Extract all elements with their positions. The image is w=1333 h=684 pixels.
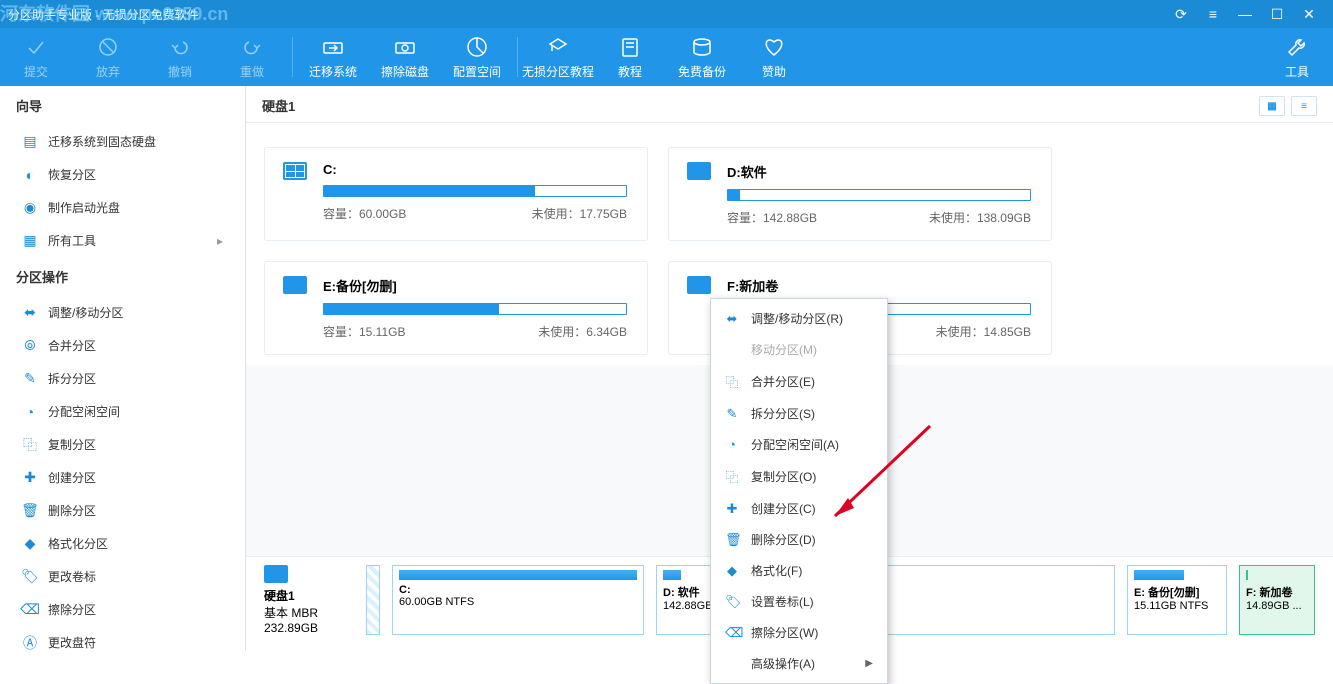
tag-icon: 🏷 (22, 569, 38, 585)
allocate-button[interactable]: 配置空间 (441, 28, 513, 86)
ctx-create[interactable]: ✚创建分区(C) (711, 493, 887, 524)
plus-icon: ✚ (22, 470, 38, 486)
ctx-alloc[interactable]: ◔分配空闲空间(A) (711, 429, 887, 460)
drive-icon (687, 276, 711, 294)
sidebar-item-recover[interactable]: ◐恢复分区 (0, 158, 245, 191)
ctx-copy[interactable]: ⿻复制分区(O) (711, 460, 887, 493)
titlebar: 河东软件园 www.pc0359.cn 分区助手专业版 - 无损分区免费软件 ⟳… (0, 0, 1333, 28)
recover-icon: ◐ (22, 167, 38, 183)
ctx-advanced[interactable]: 高级操作(A)▶ (711, 648, 887, 679)
format-icon: ◆ (725, 563, 739, 579)
copy-icon: ⿻ (725, 467, 739, 486)
resize-icon: ⬌ (725, 311, 739, 327)
view-list-button[interactable]: ≡ (1291, 96, 1317, 116)
drive-icon (283, 276, 307, 294)
split-icon: ✎ (725, 406, 739, 422)
tag-icon: 🏷 (725, 594, 739, 610)
partition-d[interactable]: D:软件 容量：142.88GB未使用：138.09GB (668, 147, 1052, 241)
sidebar-item-bootcd[interactable]: ◉制作启动光盘 (0, 191, 245, 224)
trash-icon: 🗑 (725, 532, 739, 548)
layout-part-c[interactable]: C:60.00GB NTFS (392, 565, 644, 635)
toolbar: 提交 放弃 撤销 重做 迁移系统 擦除磁盘 配置空间 无损分区教程 教程 免费备… (0, 28, 1333, 86)
app-title: 分区助手专业版 - 无损分区免费软件 (8, 6, 199, 23)
menu-icon[interactable]: ≡ (1197, 6, 1229, 22)
layout-gap (366, 565, 380, 635)
wizard-header: 向导 (0, 86, 245, 125)
sidebar-item-create[interactable]: ✚创建分区 (0, 461, 245, 494)
drive-icon (283, 162, 307, 180)
maximize-icon[interactable]: ☐ (1261, 6, 1293, 23)
undo-button[interactable]: 撤销 (144, 28, 216, 86)
sidebar-item-migrate-ssd[interactable]: ▤迁移系统到固态硬盘 (0, 125, 245, 158)
sidebar: 向导 ▤迁移系统到固态硬盘 ◐恢复分区 ◉制作启动光盘 ▦所有工具▸ 分区操作 … (0, 86, 246, 651)
ctx-format[interactable]: ◆格式化(F) (711, 555, 887, 586)
help-button[interactable]: 教程 (594, 28, 666, 86)
sidebar-item-label[interactable]: 🏷更改卷标 (0, 560, 245, 593)
backup-button[interactable]: 免费备份 (666, 28, 738, 86)
sidebar-item-wipe[interactable]: ⌫擦除分区 (0, 593, 245, 626)
plus-icon: ✚ (725, 501, 739, 517)
sidebar-item-letter[interactable]: Ⓐ更改盘符 (0, 626, 245, 651)
ops-header: 分区操作 (0, 257, 245, 296)
ctx-label[interactable]: 🏷设置卷标(L) (711, 586, 887, 617)
commit-button[interactable]: 提交 (0, 28, 72, 86)
discard-button[interactable]: 放弃 (72, 28, 144, 86)
copy-icon: ⿻ (22, 437, 38, 453)
sidebar-item-alltools[interactable]: ▦所有工具▸ (0, 224, 245, 257)
minimize-icon[interactable]: — (1229, 6, 1261, 22)
chevron-right-icon: ▶ (865, 658, 873, 669)
merge-icon: ⦾ (22, 338, 38, 354)
sidebar-item-alloc[interactable]: ◔分配空闲空间 (0, 395, 245, 428)
partition-e[interactable]: E:备份[勿删] 容量：15.11GB未使用：6.34GB (264, 261, 648, 355)
context-menu: ⬌调整/移动分区(R) 移动分区(M) ⿻合并分区(E) ✎拆分分区(S) ◔分… (710, 298, 888, 684)
sidebar-item-copy[interactable]: ⿻复制分区 (0, 428, 245, 461)
eraser-icon: ⌫ (22, 602, 38, 618)
sidebar-item-delete[interactable]: 🗑删除分区 (0, 494, 245, 527)
split-icon: ✎ (22, 371, 38, 387)
sidebar-item-merge[interactable]: ⦾合并分区 (0, 329, 245, 362)
sidebar-item-split[interactable]: ✎拆分分区 (0, 362, 245, 395)
ctx-merge[interactable]: ⿻合并分区(E) (711, 365, 887, 398)
layout-part-e[interactable]: E: 备份[勿删]15.11GB NTFS (1127, 565, 1227, 635)
ctx-move: 移动分区(M) (711, 334, 887, 365)
tools-button[interactable]: 工具 (1261, 28, 1333, 86)
erase-button[interactable]: 擦除磁盘 (369, 28, 441, 86)
partition-c[interactable]: C: 容量：60.00GB未使用：17.75GB (264, 147, 648, 241)
view-grid-button[interactable]: ▦ (1259, 96, 1285, 116)
close-icon[interactable]: ✕ (1293, 6, 1325, 23)
pie-icon: ◔ (22, 404, 38, 420)
eraser-icon: ⌫ (725, 625, 739, 641)
ctx-delete[interactable]: 🗑删除分区(D) (711, 524, 887, 555)
redo-button[interactable]: 重做 (216, 28, 288, 86)
pie-icon: ◔ (725, 437, 739, 452)
ctx-split[interactable]: ✎拆分分区(S) (711, 398, 887, 429)
format-icon: ◆ (22, 536, 38, 552)
sidebar-item-resize[interactable]: ⬌调整/移动分区 (0, 296, 245, 329)
layout-part-f[interactable]: F: 新加卷14.89GB ... (1239, 565, 1315, 635)
migrate-button[interactable]: 迁移系统 (297, 28, 369, 86)
chevron-right-icon: ▸ (217, 234, 223, 248)
merge-icon: ⿻ (725, 372, 739, 391)
ctx-wipe[interactable]: ⌫擦除分区(W) (711, 617, 887, 648)
tutorial-button[interactable]: 无损分区教程 (522, 28, 594, 86)
sidebar-item-format[interactable]: ◆格式化分区 (0, 527, 245, 560)
drive-icon (687, 162, 711, 180)
grid-icon: ▦ (22, 233, 38, 249)
resize-icon: ⬌ (22, 305, 38, 321)
donate-button[interactable]: 赞助 (738, 28, 810, 86)
disc-icon: ◉ (22, 200, 38, 216)
trash-icon: 🗑 (22, 503, 38, 519)
ssd-icon: ▤ (22, 134, 38, 150)
ctx-resize[interactable]: ⬌调整/移动分区(R) (711, 303, 887, 334)
disk-title: 硬盘1 (262, 96, 295, 116)
refresh-icon[interactable]: ⟳ (1165, 6, 1197, 23)
disk-icon (264, 565, 288, 583)
letter-icon: Ⓐ (22, 635, 38, 651)
layout-disk-info: 硬盘1 基本 MBR 232.89GB (264, 565, 354, 635)
